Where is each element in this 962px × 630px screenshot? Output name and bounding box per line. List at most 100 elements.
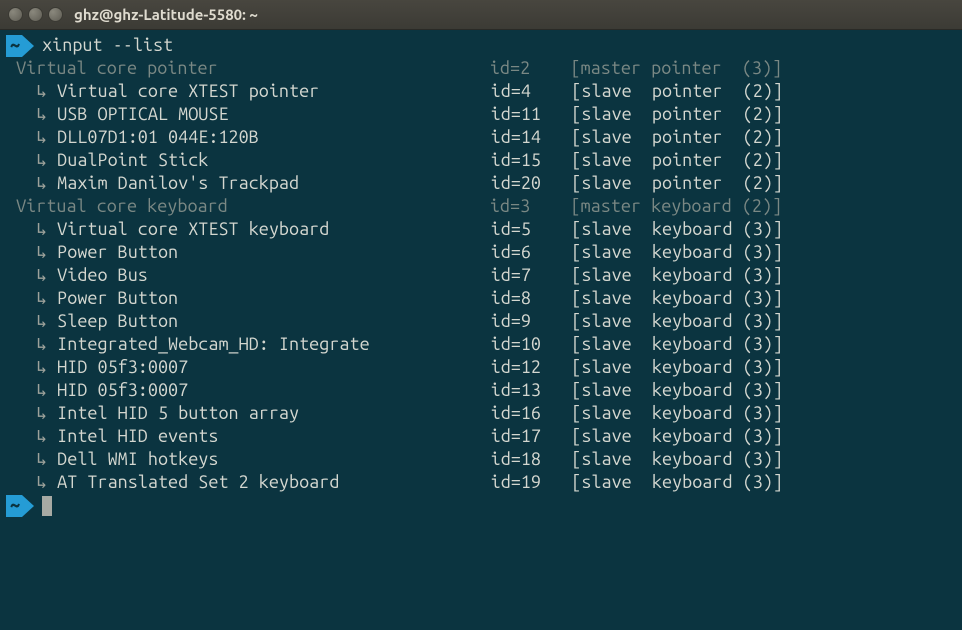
device-role: [slave keyboard (3)]: [571, 380, 783, 400]
tree-branch-icon: ↳: [6, 242, 57, 262]
device-name: Power Button: [57, 288, 490, 308]
tree-branch-icon: ↳: [6, 426, 57, 446]
device-name: AT Translated Set 2 keyboard: [57, 472, 490, 492]
device-role: [slave keyboard (3)]: [571, 449, 783, 469]
device-id: id=12: [491, 357, 572, 377]
device-name: Virtual core XTEST pointer: [57, 81, 490, 101]
prompt-path-segment: ~: [6, 35, 22, 57]
device-name: DLL07D1:01 044E:120B: [57, 127, 490, 147]
terminal-cursor[interactable]: [42, 496, 52, 516]
device-id: id=8: [491, 288, 572, 308]
device-id: id=9: [491, 311, 572, 331]
device-name: Video Bus: [57, 265, 490, 285]
device-role: [slave keyboard (3)]: [571, 311, 783, 331]
device-id: id=4: [491, 81, 572, 101]
window-titlebar: ghz@ghz-Latitude-5580: ~: [0, 0, 962, 30]
device-id: id=10: [491, 334, 572, 354]
device-id: id=20: [491, 173, 572, 193]
device-role: [slave pointer (2)]: [571, 127, 783, 147]
device-role: [slave pointer (2)]: [571, 104, 783, 124]
device-row: ↳ Virtual core XTEST pointer id=4 [slave…: [6, 80, 956, 103]
device-id: id=19: [491, 472, 572, 492]
device-role: [slave keyboard (3)]: [571, 288, 783, 308]
device-name: Power Button: [57, 242, 490, 262]
prompt-path-segment: ~: [6, 495, 22, 517]
device-role: [slave pointer (2)]: [571, 150, 783, 170]
tree-branch-icon: ↳: [6, 150, 57, 170]
device-id: id=13: [491, 380, 572, 400]
device-id: id=15: [491, 150, 572, 170]
tree-branch-icon: ↳: [6, 472, 57, 492]
device-name: DualPoint Stick: [57, 150, 490, 170]
device-row: ↳ HID 05f3:0007 id=13 [slave keyboard (3…: [6, 379, 956, 402]
device-row: ↳ Power Button id=6 [slave keyboard (3)]: [6, 241, 956, 264]
device-row: ↳ Virtual core XTEST keyboard id=5 [slav…: [6, 218, 956, 241]
device-name: Sleep Button: [57, 311, 490, 331]
prompt-line: ~ xinput --list: [6, 34, 956, 57]
device-id: id=17: [491, 426, 572, 446]
tree-branch-icon: ↳: [6, 173, 57, 193]
device-name: HID 05f3:0007: [57, 380, 490, 400]
maximize-button[interactable]: [48, 7, 63, 22]
command-output: Virtual core pointer id=2 [master pointe…: [6, 57, 956, 494]
device-role: [slave pointer (2)]: [571, 173, 783, 193]
tree-branch-icon: ↳: [6, 357, 57, 377]
device-role: [slave keyboard (3)]: [571, 472, 783, 492]
device-role: [slave keyboard (3)]: [571, 242, 783, 262]
device-row: ↳ DLL07D1:01 044E:120B id=14 [slave poin…: [6, 126, 956, 149]
device-name: Integrated_Webcam_HD: Integrate: [57, 334, 490, 354]
device-role: [slave keyboard (3)]: [571, 334, 783, 354]
tree-branch-icon: ↳: [6, 219, 57, 239]
device-row: ↳ Sleep Button id=9 [slave keyboard (3)]: [6, 310, 956, 333]
device-id: id=5: [491, 219, 572, 239]
tree-branch-icon: ↳: [6, 380, 57, 400]
terminal-area[interactable]: ~ xinput --list Virtual core pointer id=…: [0, 30, 962, 521]
tree-branch-icon: ↳: [6, 104, 57, 124]
tree-branch-icon: ↳: [6, 288, 57, 308]
device-id: id=6: [491, 242, 572, 262]
tree-branch-icon: ↳: [6, 311, 57, 331]
tree-branch-icon: ↳: [6, 127, 57, 147]
device-name: USB OPTICAL MOUSE: [57, 104, 490, 124]
device-role: [slave keyboard (3)]: [571, 403, 783, 423]
device-id: id=14: [491, 127, 572, 147]
device-role: [slave keyboard (3)]: [571, 357, 783, 377]
device-row: ↳ Intel HID events id=17 [slave keyboard…: [6, 425, 956, 448]
close-button[interactable]: [8, 7, 23, 22]
device-group-header: Virtual core keyboard id=3 [master keybo…: [6, 195, 956, 218]
device-role: [slave pointer (2)]: [571, 81, 783, 101]
device-id: id=7: [491, 265, 572, 285]
device-name: Intel HID 5 button array: [57, 403, 490, 423]
device-id: id=18: [491, 449, 572, 469]
tree-branch-icon: ↳: [6, 449, 57, 469]
tree-branch-icon: ↳: [6, 265, 57, 285]
device-id: id=16: [491, 403, 572, 423]
device-name: Maxim Danilov's Trackpad: [57, 173, 490, 193]
device-name: Intel HID events: [57, 426, 490, 446]
device-name: Virtual core XTEST keyboard: [57, 219, 490, 239]
device-row: ↳ AT Translated Set 2 keyboard id=19 [sl…: [6, 471, 956, 494]
prompt-path: ~: [10, 34, 20, 57]
device-role: [slave keyboard (3)]: [571, 265, 783, 285]
prompt-arrow-icon: [22, 35, 34, 57]
tree-branch-icon: ↳: [6, 81, 57, 101]
device-row: ↳ Power Button id=8 [slave keyboard (3)]: [6, 287, 956, 310]
device-row: ↳ HID 05f3:0007 id=12 [slave keyboard (3…: [6, 356, 956, 379]
device-group-header: Virtual core pointer id=2 [master pointe…: [6, 57, 956, 80]
device-id: id=11: [491, 104, 572, 124]
tree-branch-icon: ↳: [6, 334, 57, 354]
device-name: HID 05f3:0007: [57, 357, 490, 377]
device-row: ↳ Dell WMI hotkeys id=18 [slave keyboard…: [6, 448, 956, 471]
device-row: ↳ USB OPTICAL MOUSE id=11 [slave pointer…: [6, 103, 956, 126]
device-row: ↳ Intel HID 5 button array id=16 [slave …: [6, 402, 956, 425]
prompt-arrow-icon: [22, 495, 34, 517]
device-row: ↳ Maxim Danilov's Trackpad id=20 [slave …: [6, 172, 956, 195]
tree-branch-icon: ↳: [6, 403, 57, 423]
minimize-button[interactable]: [28, 7, 43, 22]
device-role: [slave keyboard (3)]: [571, 426, 783, 446]
device-row: ↳ DualPoint Stick id=15 [slave pointer (…: [6, 149, 956, 172]
device-role: [slave keyboard (3)]: [571, 219, 783, 239]
prompt-line-next: ~: [6, 494, 956, 517]
window-title: ghz@ghz-Latitude-5580: ~: [74, 6, 258, 23]
device-row: ↳ Video Bus id=7 [slave keyboard (3)]: [6, 264, 956, 287]
